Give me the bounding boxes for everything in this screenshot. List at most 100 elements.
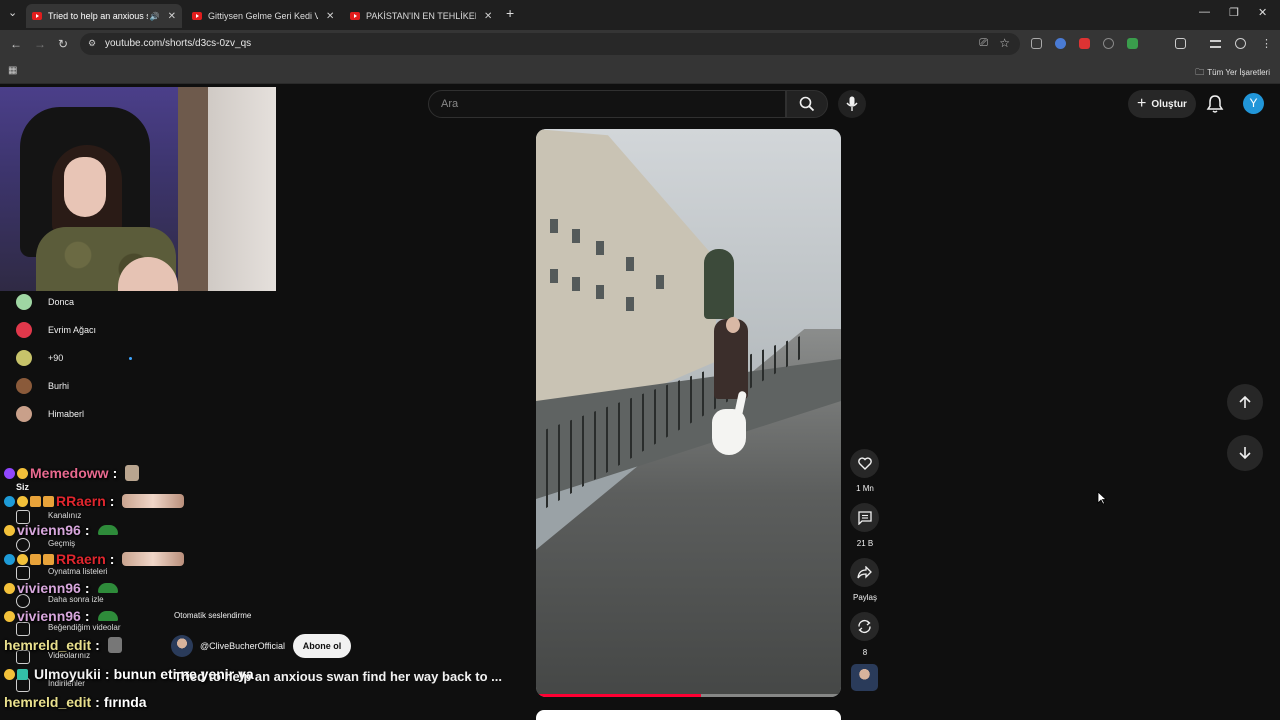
close-tab-icon[interactable]: ✕: [484, 11, 492, 22]
moon-badge-icon: [4, 668, 15, 680]
tab-active[interactable]: Tried to help an anxious swan 🔊 ✕: [26, 4, 182, 28]
site-info-icon[interactable]: ⚙: [88, 38, 96, 49]
bookmark-star-icon[interactable]: ☆: [999, 36, 1010, 50]
sidebar-subscription-item[interactable]: Donca: [16, 292, 74, 312]
share-label: Paylaş: [852, 593, 877, 602]
channel-name: Burhi: [48, 381, 70, 391]
next-short-button[interactable]: [1227, 435, 1263, 471]
video-window: [626, 257, 634, 271]
moon-badge-icon: [4, 524, 15, 536]
chat-separator: :: [95, 694, 100, 710]
video-window: [596, 241, 604, 255]
extension-icon[interactable]: [1031, 38, 1042, 49]
notifications-bell-icon[interactable]: [1206, 94, 1224, 114]
channel-handle[interactable]: @CliveBucherOfficial: [200, 641, 285, 651]
chat-message: vivienn96 :: [4, 519, 118, 541]
channel-name: Donca: [48, 297, 75, 307]
minimize-icon[interactable]: —: [1199, 6, 1210, 18]
channel-avatar: [16, 322, 32, 338]
comments-button[interactable]: [850, 503, 879, 532]
emote-icon: [97, 583, 118, 593]
sidebar-subscription-item[interactable]: +90: [16, 348, 63, 368]
search-button[interactable]: [786, 90, 828, 118]
chat-message: RRaern :: [4, 548, 185, 570]
menu-kebab-icon[interactable]: ⋮: [1261, 37, 1272, 50]
media-control-icon[interactable]: [1210, 40, 1221, 48]
account-avatar[interactable]: Y: [1243, 93, 1264, 114]
vip-badge-icon: [30, 553, 41, 565]
webcam-wardrobe: [205, 87, 276, 291]
tab-search-icon[interactable]: ⌄: [8, 6, 17, 19]
video-window: [656, 275, 664, 289]
previous-short-button[interactable]: [1227, 384, 1263, 420]
chat-separator: :: [104, 666, 110, 682]
video-window: [596, 285, 604, 299]
video-progress-bar[interactable]: [536, 694, 841, 697]
install-app-icon[interactable]: ⎚: [979, 37, 988, 50]
chat-username: vivienn96: [17, 608, 81, 624]
moon-badge-icon: [17, 467, 28, 479]
chat-message: RRaern :: [4, 490, 185, 512]
profile-icon[interactable]: [1235, 38, 1246, 49]
channel-avatar: [16, 294, 32, 310]
reload-icon[interactable]: ↻: [58, 37, 68, 51]
streamer-webcam: [0, 87, 276, 291]
search-icon: [799, 96, 815, 112]
tab-3[interactable]: PAKİSTAN'IN EN TEHLİKELİ MA ✕: [344, 4, 500, 28]
moon-badge-icon: [17, 495, 28, 507]
close-tab-icon[interactable]: ✕: [326, 11, 334, 22]
search-box[interactable]: Ara: [428, 90, 786, 118]
extension-icon[interactable]: [1055, 38, 1066, 49]
extensions-puzzle-icon[interactable]: [1175, 38, 1186, 49]
next-short-card: [536, 710, 841, 720]
extension-icon[interactable]: [1079, 38, 1090, 49]
tab-label: PAKİSTAN'IN EN TEHLİKELİ MA: [366, 11, 476, 21]
close-tab-icon[interactable]: ✕: [168, 11, 176, 22]
webcam-door: [178, 87, 208, 291]
all-bookmarks-button[interactable]: 🗀 Tüm Yer İşaretleri: [1195, 65, 1270, 81]
chat-username: Memedoww: [30, 465, 109, 481]
like-button[interactable]: [850, 449, 879, 478]
chat-username: vivienn96: [17, 580, 81, 596]
video-man-head: [726, 317, 740, 333]
sound-source-thumbnail[interactable]: [851, 664, 878, 691]
emote-icon: [122, 494, 185, 508]
create-label: Oluştur: [1151, 98, 1187, 110]
tab-2[interactable]: Gittiysen Gelme Geri Kedi Versi ✕: [186, 4, 342, 28]
tab-label: Tried to help an anxious swan: [48, 11, 148, 21]
remix-icon: [858, 619, 871, 634]
extension-icon[interactable]: [1127, 38, 1138, 49]
shorts-video-player[interactable]: [536, 129, 841, 697]
restore-icon[interactable]: ❐: [1229, 6, 1239, 19]
sidebar-subscription-item[interactable]: Evrim Ağacı: [16, 320, 96, 340]
url-text[interactable]: youtube.com/shorts/d3cs-0zv_qs: [105, 38, 251, 49]
chat-separator: :: [109, 493, 115, 509]
voice-search-button[interactable]: [838, 90, 866, 118]
sidebar-subscription-item[interactable]: Burhi: [16, 376, 69, 396]
video-title[interactable]: Tried to help an anxious swan find her w…: [174, 669, 502, 684]
omnibox[interactable]: ⚙ youtube.com/shorts/d3cs-0zv_qs ⎚ ☆: [80, 33, 1020, 55]
back-icon[interactable]: ←: [10, 37, 22, 51]
sidebar-subscription-item[interactable]: Himaberl: [16, 404, 84, 424]
heart-icon: [857, 457, 872, 470]
remix-button[interactable]: [850, 612, 879, 641]
close-window-icon[interactable]: ✕: [1258, 6, 1267, 19]
remix-count: 8: [862, 648, 868, 657]
chat-message: Memedoww :: [4, 462, 140, 484]
share-button[interactable]: [850, 558, 879, 587]
comment-count: 21 B: [856, 539, 874, 548]
channel-avatar[interactable]: [171, 635, 193, 657]
folder-icon: 🗀: [1195, 67, 1205, 77]
new-tab-button[interactable]: +: [506, 5, 514, 21]
address-bar-row: ← → ↻ ⚙ youtube.com/shorts/d3cs-0zv_qs ⎚…: [0, 30, 1280, 58]
channel-avatar: [16, 378, 32, 394]
emote-icon: [122, 552, 185, 566]
extension-icon[interactable]: [1103, 38, 1114, 49]
emote-icon: [97, 611, 118, 621]
subscribe-button[interactable]: Abone ol: [293, 634, 351, 658]
chat-message: vivienn96 :: [4, 577, 118, 599]
create-button[interactable]: + Oluştur: [1128, 90, 1196, 118]
chat-username: Ulmoyukii: [34, 666, 101, 682]
forward-icon[interactable]: →: [34, 37, 46, 51]
apps-grid-icon[interactable]: ▦: [8, 65, 17, 76]
